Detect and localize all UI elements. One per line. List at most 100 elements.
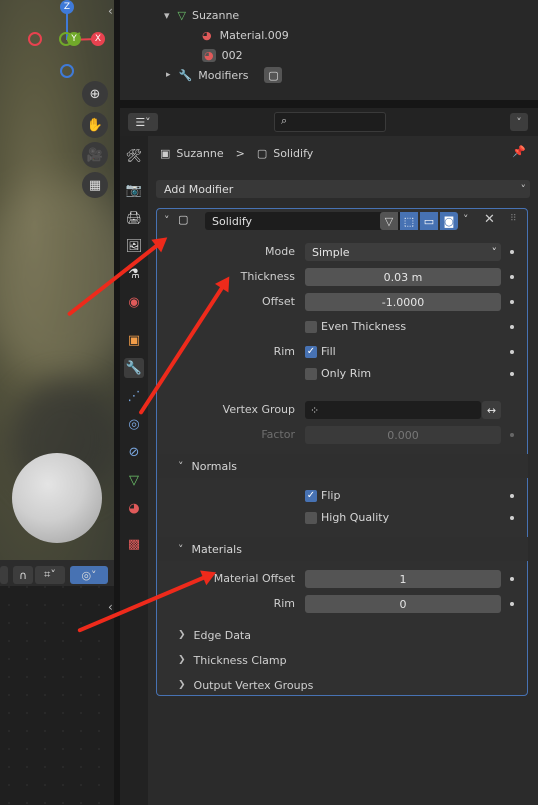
breadcrumb-separator: > [235, 146, 245, 160]
modifier-menu-chevron-icon[interactable]: ˅ [463, 213, 469, 226]
editor-type-dropdown[interactable]: ☰˅ [128, 113, 158, 131]
tab-data[interactable]: ▽ [124, 470, 144, 490]
keyframe-dot[interactable] [510, 372, 514, 376]
gizmo-y-axis[interactable]: Y [67, 32, 81, 46]
close-icon[interactable]: ✕ [484, 212, 495, 227]
snap-button[interactable]: ∩ [13, 566, 33, 584]
sphere-object[interactable] [12, 453, 102, 543]
expand-arrow-icon[interactable]: ▾ [164, 9, 170, 22]
high-quality-label: High Quality [321, 511, 390, 524]
modifier-name-field[interactable]: Solidify [205, 212, 405, 230]
edit-mode-toggle[interactable]: ⬚ [400, 212, 418, 230]
area-separator-horizontal[interactable] [120, 100, 538, 108]
material-icon: ◕ [128, 500, 140, 516]
render-toggle[interactable]: ◙ [440, 212, 458, 230]
pin-icon[interactable]: 📌 [512, 145, 526, 158]
proportional-edit-button[interactable]: ◎˅ [70, 566, 108, 584]
thickness-field[interactable]: 0.03 m [305, 268, 501, 286]
bottom-editor-area[interactable] [0, 560, 114, 805]
offset-field[interactable]: -1.0000 [305, 293, 501, 311]
keyframe-dot[interactable] [510, 350, 514, 354]
monitor-icon: ▭ [423, 214, 435, 228]
fill-checkbox[interactable]: ✓ [305, 346, 317, 358]
gizmo-neg-x-axis[interactable] [28, 32, 42, 46]
keyframe-dot[interactable] [510, 577, 514, 581]
collapse-region-icon[interactable]: ‹ [108, 600, 113, 614]
normals-subpanel-header[interactable]: ˅ Normals [158, 454, 528, 478]
snap-target-dropdown[interactable]: ⌗˅ [35, 566, 65, 584]
collapse-arrow-icon[interactable]: ˅ [164, 214, 170, 227]
chevron-down-icon: ˅ [178, 459, 184, 473]
particles-icon: ⋰ [127, 388, 141, 404]
options-dropdown[interactable]: ˅ [510, 113, 528, 131]
outliner-row-modifiers[interactable]: ▸ 🔧 Modifiers ▢ [166, 65, 283, 85]
perspective-toggle-button[interactable]: ▦ [82, 172, 108, 198]
gizmo-z-axis[interactable]: Z [60, 0, 74, 14]
subpanel-edge-data[interactable]: ❯ Edge Data [178, 625, 251, 645]
thickness-clamp-title: Thickness Clamp [193, 653, 287, 667]
search-icon: ⌕ [281, 114, 288, 127]
invert-vertex-group-toggle[interactable]: ↔ [482, 401, 501, 419]
drag-handle-icon[interactable]: ⠿ [510, 214, 517, 224]
tab-particles[interactable]: ⋰ [124, 386, 144, 406]
tab-view-layer[interactable]: 🖼 [124, 236, 144, 256]
only-rim-checkbox[interactable] [305, 368, 317, 380]
keyframe-dot[interactable] [510, 250, 514, 254]
edit-cage-toggle[interactable]: ▽ [380, 212, 398, 230]
properties-editor-icon: ☰˅ [135, 115, 151, 129]
expand-arrow-icon[interactable]: ▸ [166, 70, 171, 80]
tab-texture[interactable]: ▩ [124, 534, 144, 554]
3d-viewport[interactable]: Z Y X ⊕ ✋ 🎥 ▦ [0, 0, 114, 560]
grid-icon: ▦ [88, 177, 102, 193]
viewport-menu-button[interactable] [0, 566, 8, 584]
gizmo-neg-z-axis[interactable] [60, 64, 74, 78]
add-modifier-dropdown[interactable]: Add Modifier ˅ [156, 180, 530, 198]
rim-material-field[interactable]: 0 [305, 595, 501, 613]
solidify-modifier-icon[interactable]: ▢ [264, 67, 283, 83]
subpanel-output-vertex-groups[interactable]: ❯ Output Vertex Groups [178, 675, 313, 695]
chevron-down-icon: ˅ [516, 115, 522, 129]
tab-output[interactable]: 🖨 [124, 208, 144, 228]
tab-world[interactable]: ◉ [124, 292, 144, 312]
keyframe-dot[interactable] [510, 494, 514, 498]
viewport-display-toggle[interactable]: ▭ [420, 212, 438, 230]
outliner-material-1-label: Material.009 [219, 28, 289, 42]
keyframe-dot[interactable] [510, 275, 514, 279]
gizmo-x-axis[interactable]: X [91, 32, 105, 46]
camera-view-button[interactable]: 🎥 [82, 142, 108, 168]
outliner-row-object[interactable]: ▾ ▽ Suzanne [164, 5, 239, 25]
modifier-name-text: Solidify [212, 214, 253, 228]
tab-object[interactable]: ▣ [124, 330, 144, 350]
vertex-group-field[interactable]: ⁘ [305, 401, 481, 419]
high-quality-checkbox[interactable] [305, 512, 317, 524]
outliner-panel[interactable]: ▾ ▽ Suzanne ◕ Material.009 ◕ 002 ▸ 🔧 Mod… [120, 0, 538, 100]
keyframe-dot[interactable] [510, 325, 514, 329]
keyframe-dot[interactable] [510, 300, 514, 304]
tab-modifiers[interactable]: 🔧 [124, 358, 144, 378]
camera-icon: ◙ [443, 214, 455, 228]
tab-constraints[interactable]: ⊘ [124, 442, 144, 462]
world-icon: ◉ [128, 294, 140, 310]
offset-label: Offset [261, 295, 295, 308]
tab-material[interactable]: ◕ [124, 498, 144, 518]
mode-dropdown[interactable]: Simple ˅ [305, 243, 501, 261]
keyframe-dot[interactable] [510, 516, 514, 520]
flip-checkbox[interactable]: ✓ [305, 490, 317, 502]
even-thickness-checkbox[interactable] [305, 321, 317, 333]
outliner-row-material-1[interactable]: ◕ Material.009 [202, 25, 289, 45]
tab-tool[interactable]: 🛠 [124, 146, 144, 166]
material-offset-field[interactable]: 1 [305, 570, 501, 588]
proportional-edit-icon: ◎˅ [81, 568, 97, 582]
keyframe-dot[interactable] [510, 602, 514, 606]
zoom-button[interactable]: ⊕ [82, 81, 108, 107]
collapse-toolbar-icon[interactable]: ‹ [108, 4, 113, 18]
materials-subpanel-header[interactable]: ˅ Materials [158, 537, 528, 561]
mesh-data-icon: ▽ [129, 472, 139, 488]
edge-data-title: Edge Data [193, 628, 251, 642]
properties-search-input[interactable]: ⌕ [274, 112, 386, 132]
tab-physics[interactable]: ◎ [124, 414, 144, 434]
tab-render[interactable]: 📷 [124, 180, 144, 200]
outliner-row-material-2[interactable]: ◕ 002 [202, 45, 243, 65]
subpanel-thickness-clamp[interactable]: ❯ Thickness Clamp [178, 650, 287, 670]
pan-button[interactable]: ✋ [82, 112, 108, 138]
